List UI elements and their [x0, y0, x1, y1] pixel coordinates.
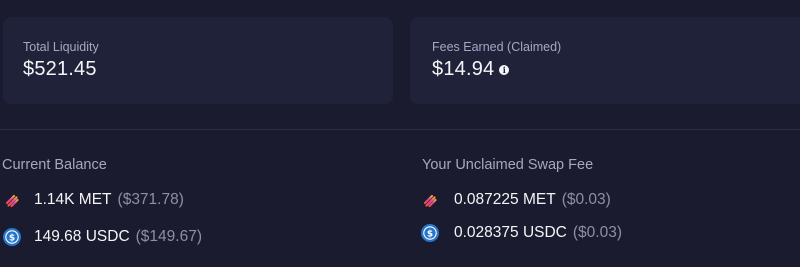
info-icon[interactable]: i [499, 65, 510, 75]
met-token-icon [3, 191, 21, 209]
fees-earned-amount: $14.94 [432, 58, 495, 80]
fees-earned-card: Fees Earned (Claimed) $14.94 i [410, 17, 800, 104]
unclaimed-usdc-amount: 0.028375 USDC [454, 224, 567, 241]
section-divider [0, 129, 800, 130]
balance-row-met: 1.14K MET ($371.78) [3, 191, 184, 209]
unclaimed-row-usdc: $ 0.028375 USDC ($0.03) [421, 224, 622, 242]
unclaimed-row-met: 0.087225 MET ($0.03) [421, 191, 611, 209]
svg-text:$: $ [9, 233, 15, 243]
svg-text:$: $ [427, 229, 433, 239]
balance-met-usd: ($371.78) [117, 191, 184, 208]
fees-earned-value: $14.94 i [432, 58, 510, 81]
fees-earned-label: Fees Earned (Claimed) [432, 40, 562, 54]
usdc-token-icon: $ [3, 228, 21, 246]
current-balance-heading: Current Balance [2, 157, 107, 173]
unclaimed-swap-fee-heading: Your Unclaimed Swap Fee [422, 157, 594, 173]
usdc-token-icon: $ [421, 224, 439, 242]
unclaimed-met-amount: 0.087225 MET [454, 191, 556, 208]
unclaimed-swap-fee-section: Your Unclaimed Swap Fee [422, 157, 593, 173]
current-balance-section: Current Balance [2, 157, 107, 173]
total-liquidity-label: Total Liquidity [23, 40, 99, 54]
total-liquidity-card: Total Liquidity $521.45 [3, 17, 393, 104]
balance-usdc-amount: 149.68 USDC [34, 228, 130, 245]
total-liquidity-amount: $521.45 [23, 58, 97, 80]
total-liquidity-value: $521.45 [23, 58, 97, 81]
met-token-icon [421, 191, 439, 209]
balance-usdc-usd: ($149.67) [135, 228, 202, 245]
balance-row-usdc: $ 149.68 USDC ($149.67) [3, 228, 202, 246]
balance-met-amount: 1.14K MET [34, 191, 112, 208]
unclaimed-met-usd: ($0.03) [561, 191, 611, 208]
unclaimed-usdc-usd: ($0.03) [572, 224, 622, 241]
